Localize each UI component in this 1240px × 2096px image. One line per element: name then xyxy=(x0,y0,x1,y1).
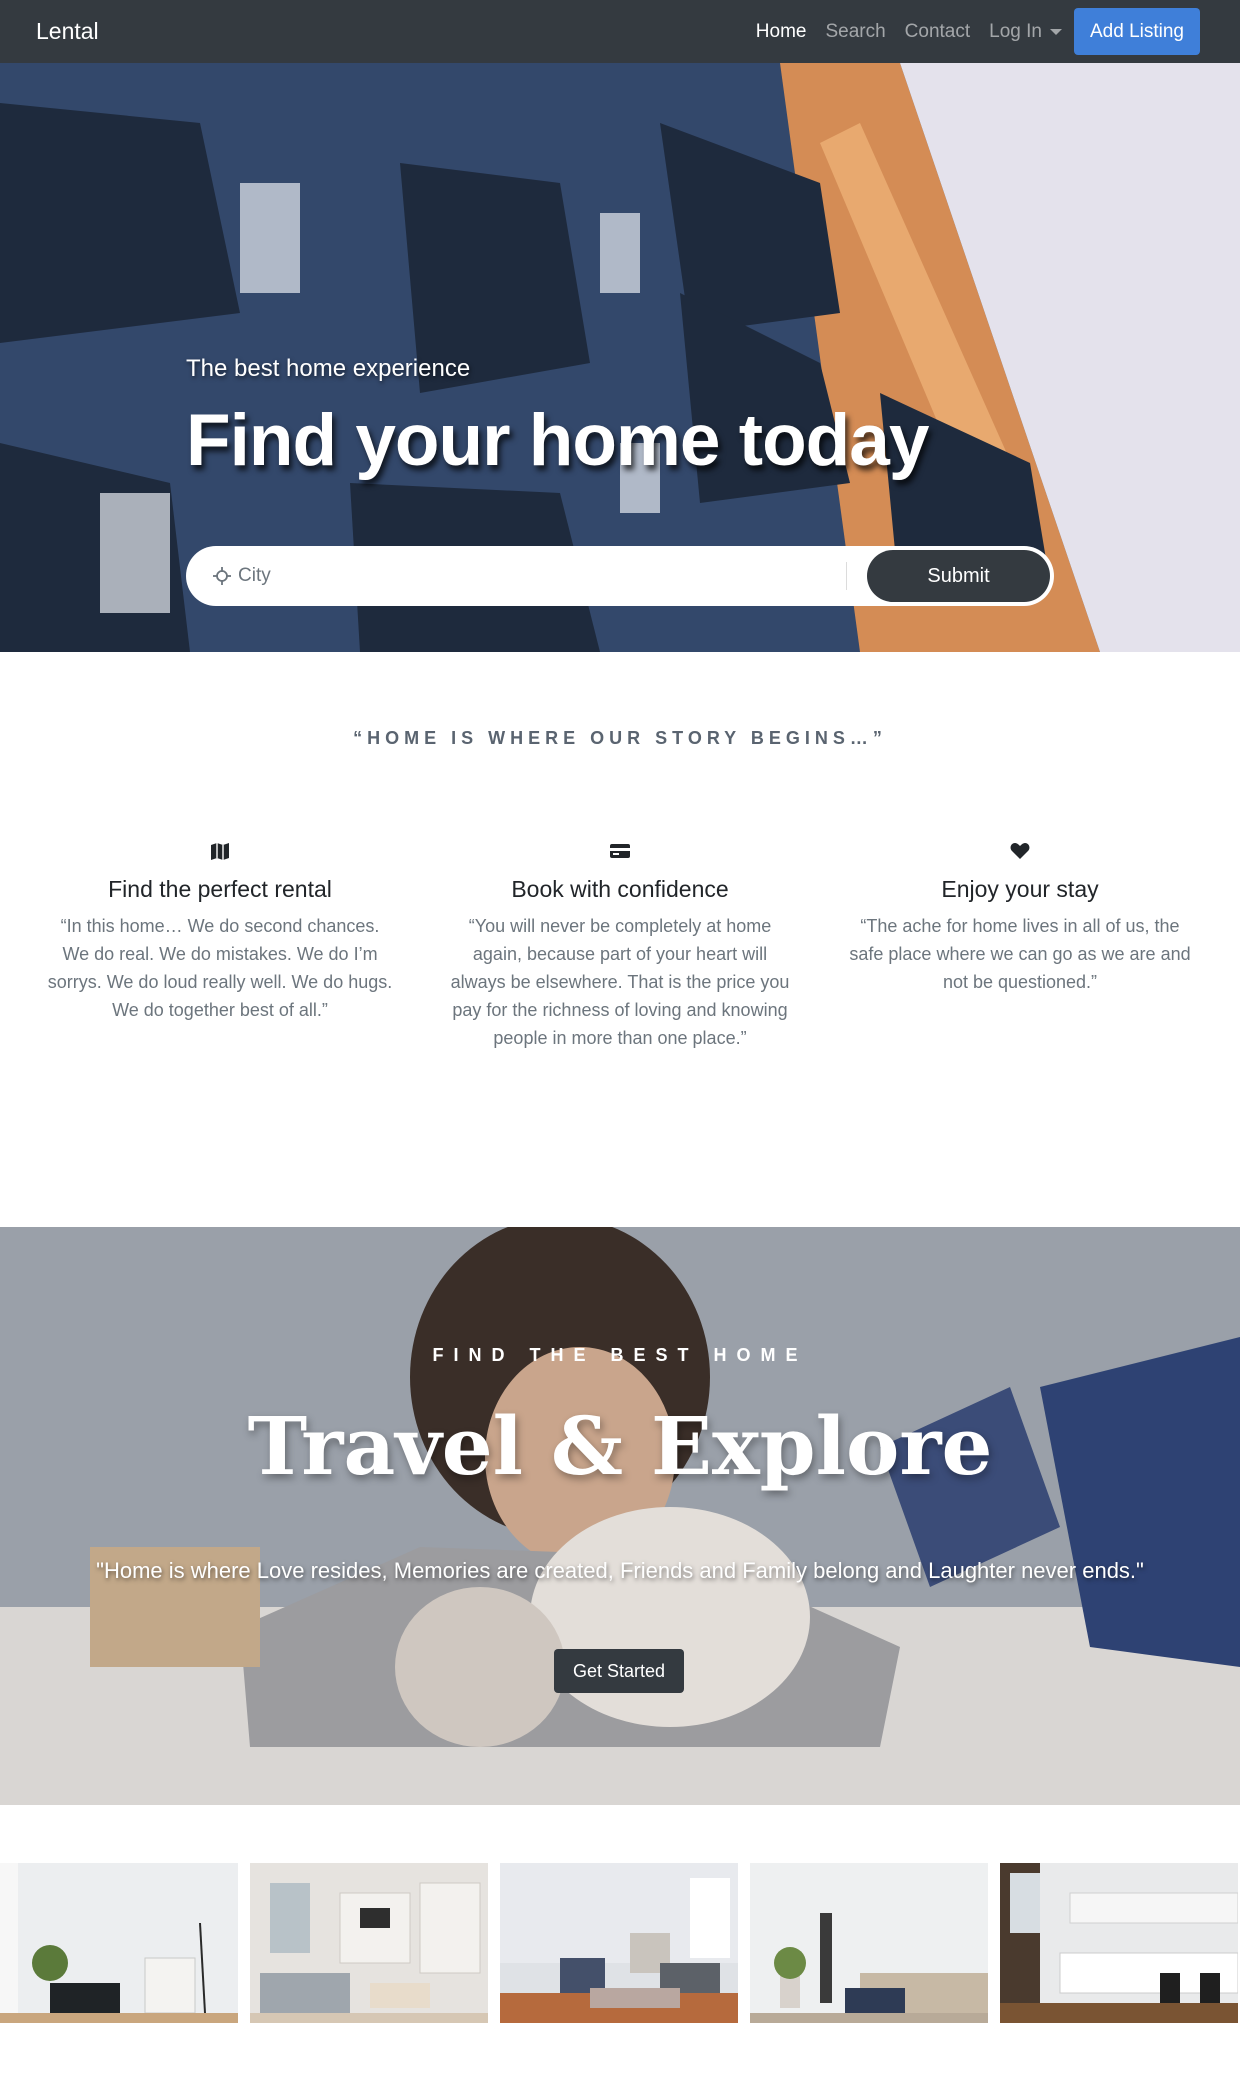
nav-links: Home Search Contact Log In Add Listing xyxy=(737,0,1200,63)
woman-with-cats-photo xyxy=(0,1227,1240,1805)
feature-title: Enjoy your stay xyxy=(941,876,1099,902)
feature-text: “The ache for home lives in all of us, t… xyxy=(849,916,1191,992)
travel-quote: "Home is where Love resides, Memories ar… xyxy=(96,1558,1144,1583)
feature-find-rental: Find the perfect rental “In this home… W… xyxy=(45,840,395,1052)
travel-kicker: FIND THE BEST HOME xyxy=(432,1345,808,1365)
feature-book-confidence: Book with confidence “You will never be … xyxy=(445,840,795,1052)
travel-title: Travel & Explore xyxy=(247,1399,993,1493)
navbar: Lental Home Search Contact Log In Add Li… xyxy=(0,0,1240,63)
login-dropdown[interactable]: Log In xyxy=(989,21,1062,43)
search-divider xyxy=(846,562,847,590)
feature-title: Book with confidence xyxy=(511,876,729,902)
kitchen-photo xyxy=(1000,1863,1238,2023)
gallery-strip xyxy=(0,1863,1240,2023)
nav-link-contact[interactable]: Contact xyxy=(905,21,970,43)
hero-title: Find your home today xyxy=(186,400,929,481)
crosshair-icon xyxy=(213,567,231,585)
nav-link-search[interactable]: Search xyxy=(825,21,885,43)
gallery-item[interactable] xyxy=(1000,1863,1238,2023)
gallery-item[interactable] xyxy=(0,1863,238,2023)
gallery-item[interactable] xyxy=(500,1863,738,2023)
hero-subtitle: The best home experience xyxy=(186,355,471,382)
city-search-input[interactable] xyxy=(238,556,838,596)
feature-enjoy-stay: Enjoy your stay “The ache for home lives… xyxy=(845,840,1195,1052)
search-bar: Submit xyxy=(186,546,1054,606)
submit-button[interactable]: Submit xyxy=(867,550,1050,602)
gallery-item[interactable] xyxy=(250,1863,488,2023)
feature-text: “You will never be completely at home ag… xyxy=(450,916,790,1048)
brand-logo[interactable]: Lental xyxy=(36,0,99,63)
feature-text: “In this home… We do second chances. We … xyxy=(47,916,393,1020)
login-label: Log In xyxy=(989,20,1042,42)
bedroom-photo xyxy=(750,1863,988,2023)
map-icon xyxy=(211,843,229,860)
get-started-button[interactable]: Get Started xyxy=(554,1649,684,1693)
add-listing-button[interactable]: Add Listing xyxy=(1073,8,1200,55)
credit-card-icon xyxy=(610,844,630,858)
hero-section: The best home experience Find your home … xyxy=(0,63,1240,652)
gallery-item[interactable] xyxy=(750,1863,988,2023)
sitting-room-photo xyxy=(500,1863,738,2023)
living-room-photo xyxy=(0,1863,238,2023)
features-row: Find the perfect rental “In this home… W… xyxy=(45,840,1195,1052)
nav-link-home[interactable]: Home xyxy=(756,21,807,43)
caret-down-icon xyxy=(1049,28,1062,35)
section-tagline: “HOME IS WHERE OUR STORY BEGINS…” xyxy=(353,728,887,748)
feature-title: Find the perfect rental xyxy=(108,876,332,902)
lounge-shelves-photo xyxy=(250,1863,488,2023)
heart-icon xyxy=(1010,843,1030,859)
travel-section: FIND THE BEST HOME Travel & Explore "Hom… xyxy=(0,1227,1240,1805)
